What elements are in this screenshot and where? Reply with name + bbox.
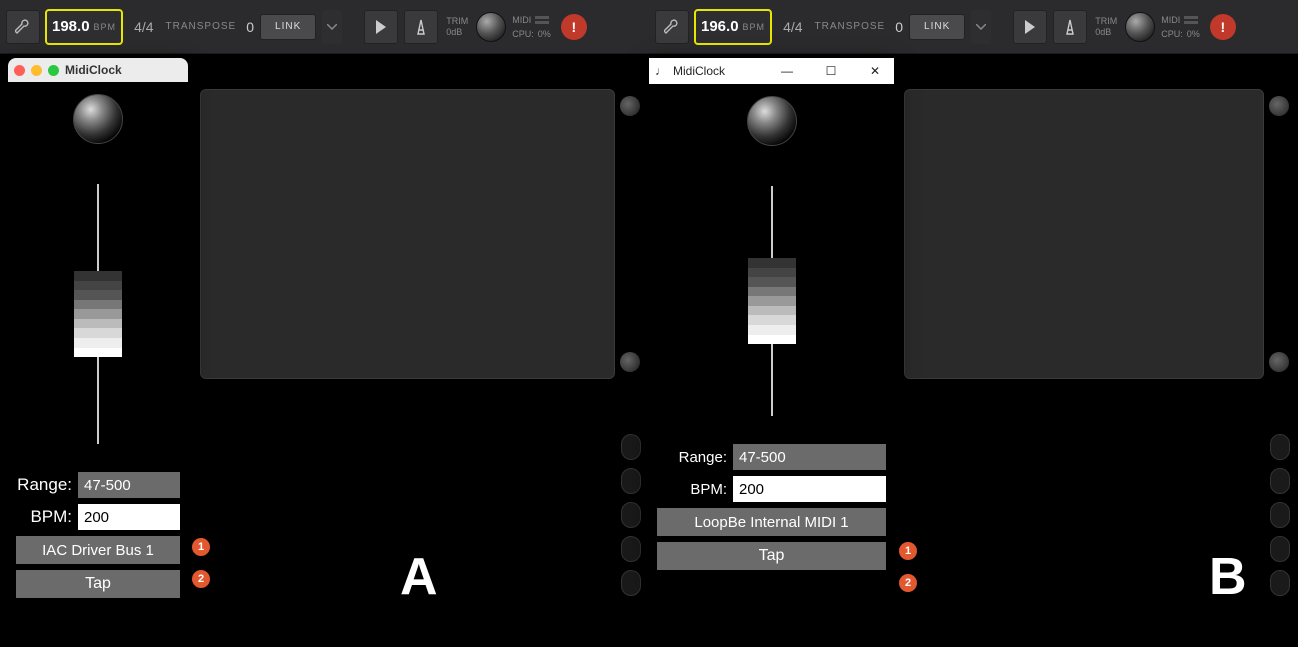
tap-button[interactable]: Tap [657,542,886,570]
trim-knob[interactable] [1125,12,1155,42]
minimize-icon[interactable]: — [768,58,806,84]
tap-button[interactable]: Tap [16,570,180,598]
transpose-value[interactable]: 0 [246,19,254,35]
preview-viewport [200,89,615,379]
bpm-display[interactable]: 198.0 BPM [46,10,122,44]
panel-letter: B [1209,547,1247,607]
app-icon: ♩ [655,64,667,78]
range-label: Range: [657,449,727,466]
bpm-unit: BPM [743,22,766,32]
viewport-knob-bottom[interactable] [1269,352,1289,372]
viewport-knob-bottom[interactable] [620,352,640,372]
play-button[interactable] [1013,10,1047,44]
range-field[interactable]: 47-500 [78,472,180,498]
callout-1: 1 [192,538,210,556]
warning-indicator[interactable]: ! [1210,14,1236,40]
close-icon[interactable]: ✕ [856,58,894,84]
link-button[interactable]: LINK [909,14,965,40]
warning-indicator[interactable]: ! [561,14,587,40]
range-label: Range: [16,475,72,495]
viewport-knob-top[interactable] [1269,96,1289,116]
midiclock-window: ♩ MidiClock — ☐ ✕ Range: 47-500 [649,58,894,580]
trim-display: TRIM 0dB [1093,16,1119,38]
bpm-field[interactable]: 200 [733,476,886,502]
transpose-label: TRANSPOSE [166,21,237,32]
metronome-button[interactable] [404,10,438,44]
bpm-label: BPM: [16,507,72,527]
bpm-unit: BPM [94,22,117,32]
midi-cpu-display: MIDI CPU:0% [1161,14,1200,40]
toolbar: 198.0 BPM 4/4 TRANSPOSE 0 LINK TRIM 0dB … [0,0,649,54]
close-icon[interactable] [14,65,25,76]
rack-slots [1270,434,1290,596]
toolbar: 196.0 BPM 4/4 TRANSPOSE 0 LINK TRIM 0dB … [649,0,1298,54]
zoom-icon[interactable] [48,65,59,76]
callout-2: 2 [192,570,210,588]
callout-2: 2 [899,574,917,592]
range-field[interactable]: 47-500 [733,444,886,470]
trim-display: TRIM 0dB [444,16,470,38]
transpose-value[interactable]: 0 [895,19,903,35]
link-dropdown[interactable] [971,10,991,44]
window-title: MidiClock [673,64,725,78]
viewport-knob-top[interactable] [620,96,640,116]
midi-device-select[interactable]: LoopBe Internal MIDI 1 [657,508,886,536]
panel-letter: A [400,547,438,607]
rack-slots [621,434,641,596]
metronome-button[interactable] [1053,10,1087,44]
tempo-light [747,96,797,146]
time-signature[interactable]: 4/4 [128,19,159,35]
midi-device-select[interactable]: IAC Driver Bus 1 [16,536,180,564]
time-signature[interactable]: 4/4 [777,19,808,35]
tempo-slider[interactable] [752,186,792,416]
callout-1: 1 [899,542,917,560]
tempo-slider[interactable] [78,184,118,444]
bpm-display[interactable]: 196.0 BPM [695,10,771,44]
link-dropdown[interactable] [322,10,342,44]
titlebar[interactable]: MidiClock [8,58,188,82]
settings-button[interactable] [6,10,40,44]
bpm-value: 196.0 [701,18,739,35]
preview-viewport [904,89,1264,379]
bpm-field[interactable]: 200 [78,504,180,530]
minimize-icon[interactable] [31,65,42,76]
titlebar[interactable]: ♩ MidiClock — ☐ ✕ [649,58,894,84]
link-button[interactable]: LINK [260,14,316,40]
settings-button[interactable] [655,10,689,44]
bpm-value: 198.0 [52,18,90,35]
window-title: MidiClock [65,63,122,77]
transpose-label: TRANSPOSE [815,21,886,32]
tempo-light [73,94,123,144]
bpm-label: BPM: [657,481,727,498]
maximize-icon[interactable]: ☐ [812,58,850,84]
midiclock-window: MidiClock Range: 47-500 BPM: 200 [8,58,188,638]
play-button[interactable] [364,10,398,44]
midi-cpu-display: MIDI CPU:0% [512,14,551,40]
trim-knob[interactable] [476,12,506,42]
